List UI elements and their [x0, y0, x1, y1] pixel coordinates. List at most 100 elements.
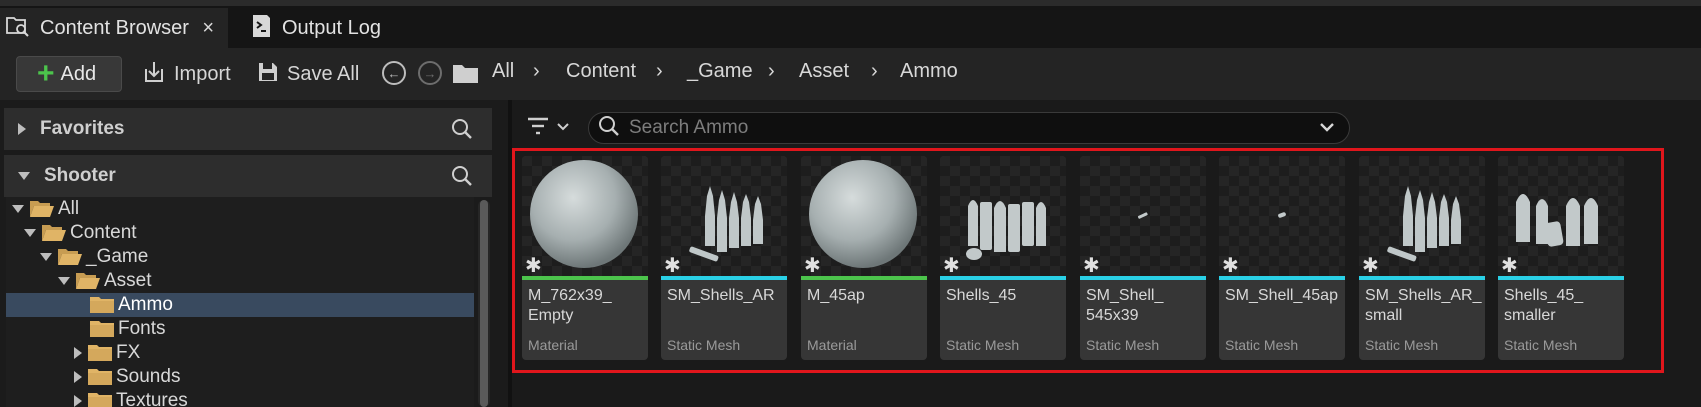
star-icon: ✱: [1501, 255, 1518, 277]
open-folder-icon: [58, 248, 82, 266]
asset-name: M_762x39_ Empty: [528, 287, 612, 324]
search-input[interactable]: [629, 117, 1289, 139]
add-label: Add: [60, 62, 97, 85]
asset-type: Static Mesh: [946, 337, 1020, 353]
tree-scrollbar[interactable]: [478, 200, 490, 407]
expand-arrow-icon[interactable]: [18, 123, 26, 135]
asset-type-bar: [1080, 276, 1206, 280]
open-folder-icon: [30, 200, 54, 218]
chevron-right-icon[interactable]: ›: [768, 60, 775, 83]
tab-label: Output Log: [282, 16, 381, 39]
folder-icon: [90, 296, 114, 314]
asset-tile[interactable]: ✱ M_762x39_ Empty Material: [522, 156, 648, 360]
asset-tile[interactable]: ✱ SM_Shells_AR_ small Static Mesh: [1359, 156, 1485, 360]
asset-type-bar: [522, 276, 648, 280]
star-icon: ✱: [1362, 255, 1379, 277]
tree-item-fonts[interactable]: Fonts: [6, 317, 474, 341]
asset-type: Static Mesh: [667, 337, 741, 353]
open-folder-icon: [42, 224, 66, 242]
asset-tile[interactable]: ✱ SM_Shell_45ap Static Mesh: [1219, 156, 1345, 360]
folder-search-icon: [6, 15, 30, 42]
folder-icon: [88, 368, 112, 386]
asset-type-bar: [1219, 276, 1345, 280]
expand-arrow-icon[interactable]: [58, 277, 70, 285]
collapse-arrow-icon[interactable]: [18, 172, 30, 180]
close-icon[interactable]: ×: [202, 17, 214, 40]
plus-icon: +: [37, 57, 55, 90]
folder-icon: [88, 392, 112, 407]
asset-name: SM_Shell_45ap: [1225, 287, 1338, 304]
asset-type: Static Mesh: [1225, 337, 1299, 353]
chevron-down-icon[interactable]: [1319, 120, 1335, 138]
expand-arrow-icon[interactable]: [74, 371, 82, 383]
expand-arrow-icon[interactable]: [24, 229, 36, 237]
star-icon: ✱: [804, 255, 821, 277]
chevron-right-icon[interactable]: ›: [533, 60, 540, 83]
tab-output-log[interactable]: Output Log: [246, 8, 406, 48]
search-icon[interactable]: [450, 164, 474, 193]
asset-name: Shells_45_ smaller: [1504, 287, 1584, 324]
tree-item-content[interactable]: Content: [6, 221, 474, 245]
tree-item-fx[interactable]: FX: [6, 341, 474, 365]
folder-icon: [88, 344, 112, 362]
tree-item-sounds[interactable]: Sounds: [6, 365, 474, 389]
forward-arrow-icon[interactable]: →: [418, 61, 442, 85]
save-all-button[interactable]: Save All: [257, 56, 359, 92]
asset-tile[interactable]: ✱ M_45ap Material: [801, 156, 927, 360]
star-icon: ✱: [1222, 255, 1239, 277]
tree-label: _Game: [86, 246, 149, 267]
asset-type: Material: [807, 337, 857, 353]
filter-icon: [526, 115, 552, 142]
asset-name: M_45ap: [807, 287, 865, 304]
breadcrumb-content[interactable]: Content: [566, 60, 636, 83]
star-icon: ✱: [1083, 255, 1100, 277]
search-box[interactable]: [588, 112, 1350, 144]
expand-arrow-icon[interactable]: [40, 253, 52, 261]
asset-type: Static Mesh: [1504, 337, 1578, 353]
tree-label: Textures: [116, 390, 188, 407]
asset-tile[interactable]: ✱ SM_Shells_AR Static Mesh: [661, 156, 787, 360]
asset-tile[interactable]: ✱ Shells_45 Static Mesh: [940, 156, 1066, 360]
breadcrumb-all[interactable]: All: [492, 60, 514, 83]
folder-icon: [90, 320, 114, 338]
star-icon: ✱: [943, 255, 960, 277]
tree-item-asset[interactable]: Asset: [6, 269, 474, 293]
save-all-label: Save All: [287, 62, 360, 85]
asset-type-bar: [801, 276, 927, 280]
tree-label: All: [58, 198, 80, 219]
asset-name: SM_Shells_AR_ small: [1365, 287, 1482, 324]
toolbar: + Add Import Save All ← → All › Content …: [0, 48, 1701, 100]
tree-item-textures[interactable]: Textures: [6, 389, 474, 407]
expand-arrow-icon[interactable]: [74, 395, 82, 407]
tree-label: Content: [70, 222, 137, 243]
top-border: [0, 0, 1701, 6]
asset-type: Material: [528, 337, 578, 353]
expand-arrow-icon[interactable]: [74, 347, 82, 359]
filter-button[interactable]: [526, 114, 576, 142]
expand-arrow-icon[interactable]: [12, 205, 24, 213]
save-icon: [257, 61, 279, 88]
tab-content-browser[interactable]: Content Browser ×: [0, 8, 228, 48]
favorites-label: Favorites: [40, 118, 125, 139]
tree-item-all[interactable]: All: [6, 197, 474, 221]
search-icon[interactable]: [450, 117, 474, 146]
breadcrumb-ammo[interactable]: Ammo: [900, 60, 958, 83]
chevron-right-icon[interactable]: ›: [656, 60, 663, 83]
tree-label: Sounds: [116, 366, 181, 387]
asset-tile[interactable]: ✱ SM_Shell_ 545x39 Static Mesh: [1080, 156, 1206, 360]
breadcrumb-game[interactable]: _Game: [687, 60, 753, 83]
back-arrow-icon[interactable]: ←: [382, 61, 406, 85]
tree-item-game[interactable]: _Game: [6, 245, 474, 269]
tree-item-ammo[interactable]: Ammo: [6, 293, 474, 317]
favorites-header[interactable]: Favorites: [4, 108, 492, 150]
add-button[interactable]: + Add: [16, 56, 122, 92]
chevron-right-icon[interactable]: ›: [871, 60, 878, 83]
breadcrumb-asset[interactable]: Asset: [799, 60, 849, 83]
shooter-header[interactable]: Shooter: [4, 155, 492, 197]
asset-tile[interactable]: ✱ Shells_45_ smaller Static Mesh: [1498, 156, 1624, 360]
import-button[interactable]: Import: [142, 56, 231, 92]
asset-name: SM_Shell_ 545x39: [1086, 287, 1164, 324]
tab-bar: Content Browser × Output Log: [0, 0, 1701, 48]
scrollbar-thumb[interactable]: [480, 200, 488, 407]
open-folder-icon: [76, 272, 100, 290]
